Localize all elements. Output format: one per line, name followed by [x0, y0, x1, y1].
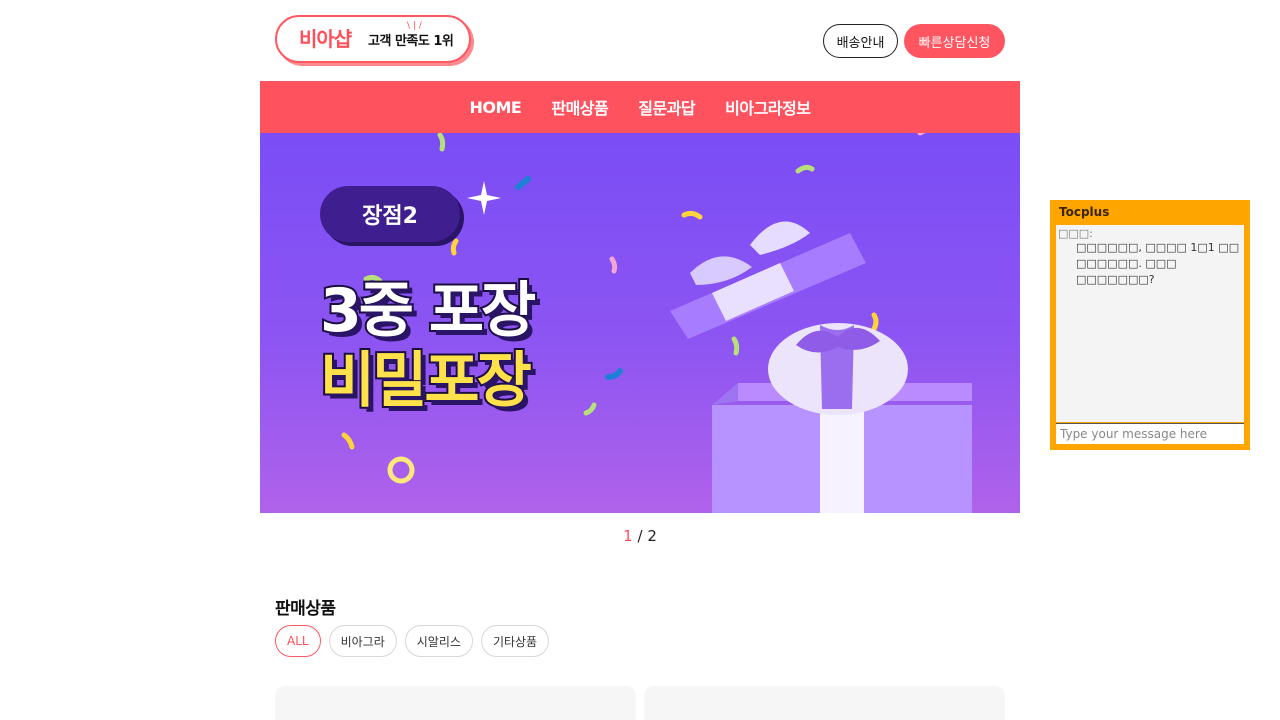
slide-separator: /: [637, 527, 643, 545]
filter-all[interactable]: ALL: [275, 625, 321, 657]
quick-consult-button[interactable]: 빠른상담신청: [904, 24, 1005, 58]
chat-message: □□□□□□, □□□□ 1□1 □□ □□□□□□. □□□ □□□□□□□?: [1076, 241, 1240, 286]
chat-title: Tocplus: [1059, 205, 1110, 219]
chat-messages: □□□: □□□□□□, □□□□ 1□1 □□ □□□□□□. □□□ □□□…: [1056, 225, 1244, 422]
product-filter-tabs: ALL 비아그라 시알리스 기타상품: [275, 625, 550, 657]
nav-item-qna[interactable]: 질문과답: [638, 95, 695, 119]
main-nav: HOME 판매상품 질문과답 비아그라정보: [260, 81, 1020, 133]
chat-input[interactable]: [1056, 423, 1244, 444]
hero-banner[interactable]: 장점2 3중 포장 비밀포장: [260, 133, 1020, 513]
site-logo[interactable]: 비아샵 \ | / 고객 만족도 1위: [275, 15, 475, 67]
product-card[interactable]: [275, 686, 636, 720]
product-card[interactable]: [644, 686, 1005, 720]
slide-current: 1: [623, 527, 633, 545]
filter-cialis[interactable]: 시알리스: [404, 625, 473, 657]
banner-headline-line2: 비밀포장: [318, 346, 534, 416]
chat-sender: □□□:: [1058, 227, 1093, 240]
gift-box-illustration: [670, 221, 972, 513]
nav-item-products[interactable]: 판매상품: [551, 95, 608, 119]
slide-total: 2: [647, 527, 657, 545]
filter-other[interactable]: 기타상품: [480, 625, 550, 657]
banner-pagination: 1 / 2: [0, 527, 1280, 545]
logo-slogan: 고객 만족도 1위: [368, 34, 454, 49]
products-section-title: 판매상품: [275, 599, 336, 619]
banner-headline-line1: 3중 포장: [318, 276, 538, 346]
nav-item-home[interactable]: HOME: [470, 98, 522, 117]
nav-item-viagra-info[interactable]: 비아그라정보: [725, 95, 811, 119]
logo-brand-text: 비아샵: [299, 27, 352, 51]
shipping-info-button[interactable]: 배송안내: [823, 24, 898, 58]
chat-widget: Tocplus □□□: □□□□□□, □□□□ 1□1 □□ □□□□□□.…: [1050, 200, 1250, 450]
filter-viagra[interactable]: 비아그라: [328, 625, 397, 657]
banner-badge: 장점2: [320, 186, 460, 242]
